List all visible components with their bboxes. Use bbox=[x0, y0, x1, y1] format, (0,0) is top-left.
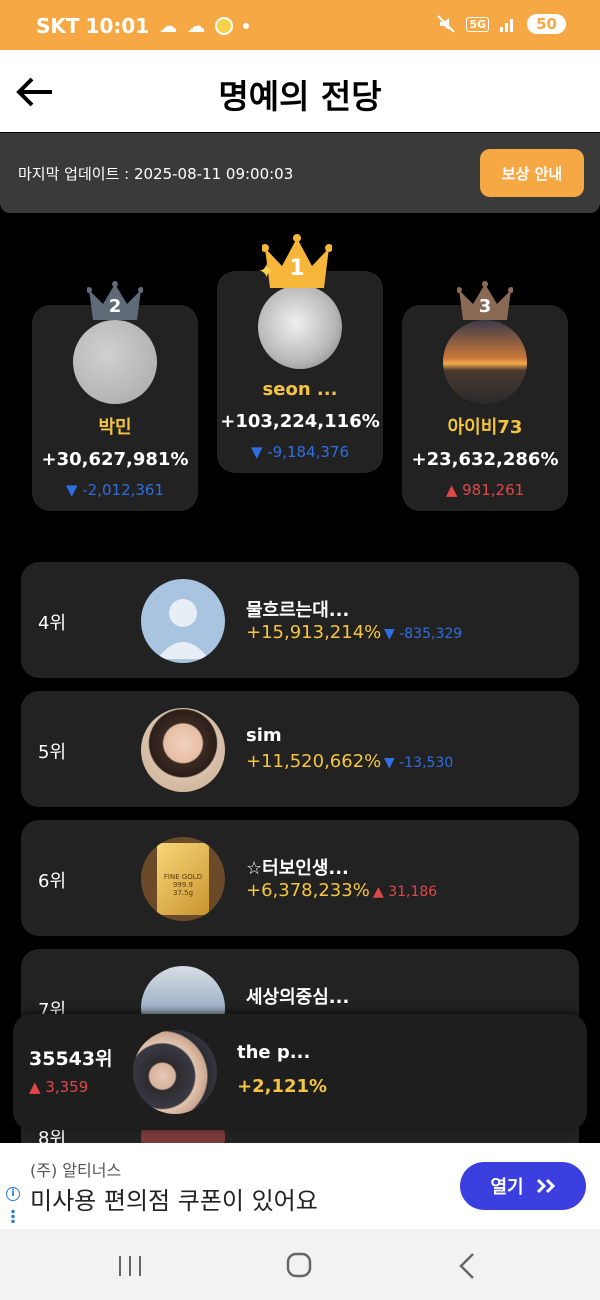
podium-change: ▼ -9,184,376 bbox=[250, 443, 350, 461]
crown-rank: 2 bbox=[108, 296, 122, 317]
cloud-icon: ☁ bbox=[187, 15, 206, 37]
crown-icon: 2 bbox=[86, 280, 144, 322]
double-chevron-right-icon bbox=[536, 1178, 555, 1194]
user-change: ▲ 31,186 bbox=[373, 884, 438, 900]
avatar bbox=[73, 320, 157, 404]
my-rank-card[interactable]: 35543위 ▲ 3,359 the p... +2,121% bbox=[13, 1014, 587, 1130]
mute-icon bbox=[437, 15, 456, 33]
network-type: 5G bbox=[466, 16, 490, 32]
cloud-icon: ☁ bbox=[159, 15, 178, 37]
ad-open-button[interactable]: 열기 bbox=[460, 1162, 586, 1210]
ad-sponsor: (주) 알티너스 bbox=[30, 1161, 122, 1180]
battery-indicator: 50 bbox=[527, 14, 566, 34]
user-name: 세상의중심... bbox=[246, 987, 350, 1008]
rank-row-6[interactable]: 6위 FINE GOLD 999.9 37.5g ☆터보인생... +6,378… bbox=[21, 820, 579, 936]
user-percent: +15,913,214% bbox=[246, 622, 382, 643]
gold-bar-avatar: FINE GOLD 999.9 37.5g bbox=[141, 837, 225, 921]
user-name: 물흐르는대... bbox=[246, 600, 350, 621]
carrier-label: SKT bbox=[36, 14, 80, 38]
ad-choices-dots bbox=[11, 1209, 15, 1223]
podium-percent: +23,632,286% bbox=[411, 449, 559, 470]
user-change: ▼ -835,329 bbox=[384, 626, 463, 642]
user-percent: +6,378,233% bbox=[246, 880, 370, 901]
podium-name: 박민 bbox=[98, 417, 132, 438]
crown-rank: 3 bbox=[478, 296, 492, 317]
ad-banner[interactable]: i (주) 알티너스 미사용 편의점 쿠폰이 있어요 열기 bbox=[0, 1143, 600, 1229]
status-left: SKT 10:01 ☁ ☁ bbox=[36, 14, 250, 38]
sparkle-icon: ✦ bbox=[258, 259, 275, 283]
rank-row-5[interactable]: 5위 sim +11,520,662% ▼ -13,530 bbox=[21, 691, 579, 807]
crown-icon: 3 bbox=[456, 280, 514, 322]
rank-row-4[interactable]: 4위 물흐르는대... +15,913,214% ▼ -835,329 bbox=[21, 562, 579, 678]
ad-headline: 미사용 편의점 쿠폰이 있어요 bbox=[30, 1187, 318, 1215]
dot-icon bbox=[243, 23, 250, 29]
status-right: 5G 50 bbox=[436, 14, 566, 34]
podium-percent: +103,224,116% bbox=[220, 411, 380, 432]
my-rank-change: ▲ 3,359 bbox=[29, 1078, 89, 1096]
avatar bbox=[443, 320, 527, 404]
user-name: ☆터보인생... bbox=[246, 858, 349, 879]
rank-label: 4위 bbox=[38, 613, 67, 634]
my-name: the p... bbox=[237, 1042, 311, 1063]
avatar bbox=[141, 708, 225, 792]
signal-icon bbox=[500, 19, 514, 32]
gold-bar-image: FINE GOLD 999.9 37.5g bbox=[157, 843, 209, 915]
reward-info-button[interactable]: 보상 안내 bbox=[480, 149, 584, 197]
home-icon[interactable] bbox=[279, 1251, 319, 1281]
system-nav-bar bbox=[0, 1229, 600, 1300]
last-update-text: 마지막 업데이트 : 2025-08-11 09:00:03 bbox=[18, 165, 294, 183]
clock: 10:01 bbox=[85, 14, 150, 38]
app-header: 명예의 전당 bbox=[0, 50, 600, 132]
status-bar: SKT 10:01 ☁ ☁ 5G 50 bbox=[0, 0, 600, 50]
default-avatar-icon bbox=[141, 579, 225, 663]
rank-label: 6위 bbox=[38, 871, 67, 892]
rank-label: 5위 bbox=[38, 742, 67, 763]
user-change: ▼ -13,530 bbox=[384, 755, 454, 771]
avatar bbox=[258, 285, 342, 369]
my-rank-label: 35543위 bbox=[29, 1048, 113, 1070]
coin-icon bbox=[215, 17, 234, 35]
avatar bbox=[133, 1030, 217, 1114]
podium-change: ▲ 981,261 bbox=[445, 481, 525, 499]
podium-name: 아이비73 bbox=[447, 417, 523, 438]
back-icon[interactable] bbox=[447, 1251, 487, 1281]
recents-icon[interactable] bbox=[110, 1251, 150, 1281]
info-icon[interactable]: i bbox=[6, 1187, 20, 1201]
podium-change: ▼ -2,012,361 bbox=[65, 481, 165, 499]
podium-percent: +30,627,981% bbox=[41, 449, 189, 470]
page-title: 명예의 전당 bbox=[218, 77, 382, 116]
podium-name: seon ... bbox=[262, 379, 338, 400]
user-name: sim bbox=[246, 725, 282, 746]
ad-open-label: 열기 bbox=[490, 1177, 524, 1198]
user-percent: +11,520,662% bbox=[246, 751, 382, 772]
my-percent: +2,121% bbox=[237, 1076, 328, 1097]
